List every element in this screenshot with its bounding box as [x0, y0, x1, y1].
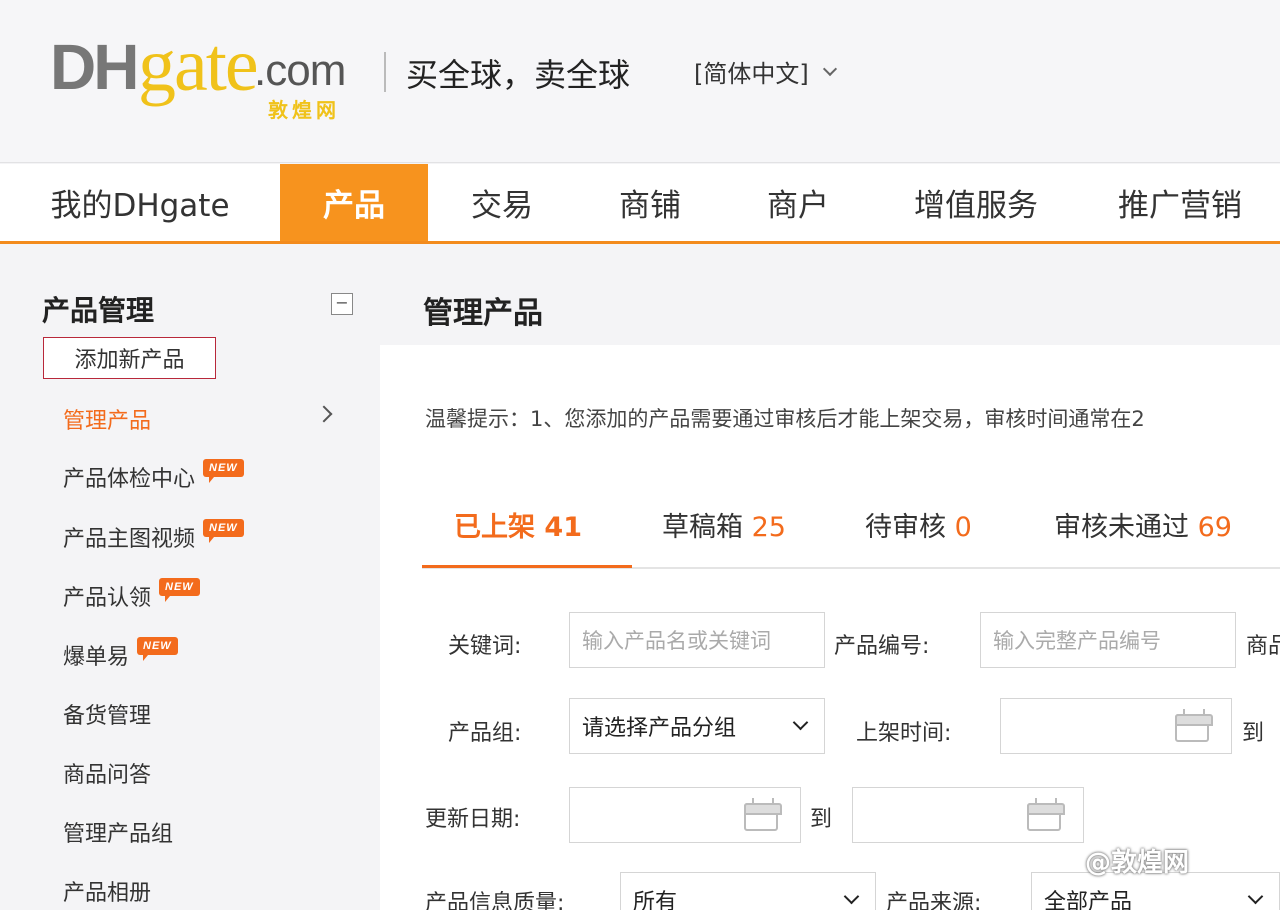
- chevron-down-icon: [792, 714, 809, 731]
- product-number-input[interactable]: 输入完整产品编号: [980, 612, 1236, 668]
- language-label: [简体中文]: [694, 60, 809, 88]
- sidebar-item-manage-products[interactable]: 管理产品: [63, 403, 151, 435]
- product-source-value: 全部产品: [1044, 890, 1133, 910]
- page-title: 管理产品: [423, 296, 543, 331]
- header-divider: [384, 52, 386, 92]
- sidebar-item-label: 备货管理: [63, 704, 152, 729]
- tab-label: 待审核: [865, 512, 946, 543]
- chevron-down-icon: [843, 888, 860, 905]
- sidebar-item-baodanyi[interactable]: 爆单易 NEW: [63, 637, 178, 671]
- to-label: 到: [810, 807, 833, 832]
- logo-gate: gate: [138, 23, 259, 107]
- tab-count: 41: [544, 512, 582, 543]
- add-product-button[interactable]: 添加新产品: [43, 337, 216, 379]
- sidebar-item-label: 产品主图视频: [63, 527, 196, 552]
- sidebar-item-health-center[interactable]: 产品体检中心 NEW: [63, 459, 244, 493]
- status-tabs: 已上架 41 草稿箱 25 待审核 0 审核未通过 69: [422, 493, 1280, 569]
- chevron-right-icon: [315, 405, 333, 423]
- collapse-icon[interactable]: −: [331, 293, 353, 315]
- sidebar-item-label: 产品认领: [63, 586, 152, 611]
- calendar-icon[interactable]: [1175, 709, 1213, 742]
- sidebar-item-product-album[interactable]: 产品相册: [63, 875, 151, 907]
- sidebar-item-label: 产品体检中心: [63, 467, 196, 492]
- tab-listed[interactable]: 已上架 41: [454, 505, 582, 544]
- sidebar-item-product-groups[interactable]: 管理产品组: [63, 816, 173, 848]
- watermark: @敦煌网: [1085, 848, 1190, 878]
- tab-rejected[interactable]: 审核未通过 69: [1054, 505, 1232, 544]
- listing-time-start-input[interactable]: [1000, 698, 1232, 754]
- logo-dh: DH: [50, 31, 139, 103]
- sidebar-item-main-image-video[interactable]: 产品主图视频 NEW: [63, 519, 244, 553]
- tab-label: 审核未通过: [1054, 512, 1189, 543]
- listing-time-label: 上架时间:: [856, 721, 952, 746]
- product-group-label: 产品组:: [448, 721, 522, 746]
- info-quality-value: 所有: [633, 890, 678, 910]
- chevron-down-icon: [1247, 888, 1264, 905]
- tab-label: 草稿箱: [662, 512, 743, 543]
- sidebar-item-label: 管理产品: [63, 409, 152, 434]
- goods-label: 商品: [1246, 634, 1280, 659]
- tab-count: 0: [954, 512, 972, 543]
- update-date-start-input[interactable]: [569, 787, 801, 843]
- nav-trade[interactable]: 交易: [428, 164, 576, 241]
- notice-text: 温馨提示：1、您添加的产品需要通过审核后才能上架交易，审核时间通常在2: [425, 407, 1145, 431]
- nav-marketing[interactable]: 推广营销: [1080, 164, 1280, 241]
- new-badge: NEW: [137, 637, 178, 661]
- nav-store[interactable]: 商铺: [576, 164, 724, 241]
- main-panel: 温馨提示：1、您添加的产品需要通过审核后才能上架交易，审核时间通常在2 已上架 …: [380, 345, 1280, 910]
- tab-count: 25: [751, 512, 786, 543]
- sidebar-item-label: 爆单易: [63, 645, 130, 670]
- sidebar-item-label: 管理产品组: [63, 822, 174, 847]
- slogan: 买全球，卖全球: [406, 56, 631, 94]
- nav-value-added[interactable]: 增值服务: [872, 164, 1080, 241]
- calendar-icon[interactable]: [744, 798, 782, 831]
- product-group-select[interactable]: 请选择产品分组: [569, 698, 825, 754]
- product-source-label: 产品来源:: [886, 891, 982, 910]
- language-selector[interactable]: [简体中文]: [694, 54, 837, 89]
- nav-merchant[interactable]: 商户: [724, 164, 872, 241]
- to-label: 到: [1242, 721, 1265, 746]
- logo-com: .com: [254, 46, 346, 95]
- header: DH gate .com 敦煌网 买全球，卖全球 [简体中文]: [0, 0, 1280, 163]
- nav-products[interactable]: 产品: [280, 164, 428, 241]
- tab-pending-review[interactable]: 待审核 0: [865, 505, 972, 544]
- info-quality-label: 产品信息质量:: [425, 891, 565, 910]
- sidebar-item-label: 产品相册: [63, 881, 152, 906]
- active-tab-indicator: [422, 565, 632, 568]
- logo-chinese: 敦煌网: [268, 98, 340, 122]
- new-badge: NEW: [203, 519, 244, 543]
- dhgate-logo[interactable]: DH gate .com 敦煌网: [50, 23, 370, 128]
- info-quality-select[interactable]: 所有: [620, 872, 876, 910]
- tab-label: 已上架: [454, 512, 535, 543]
- nav-my-dhgate[interactable]: 我的DHgate: [0, 164, 280, 241]
- sidebar-item-product-qa[interactable]: 商品问答: [63, 757, 151, 789]
- tab-drafts[interactable]: 草稿箱 25: [662, 505, 786, 544]
- product-group-value: 请选择产品分组: [582, 716, 737, 741]
- tab-count: 69: [1197, 512, 1232, 543]
- sidebar-item-product-claim[interactable]: 产品认领 NEW: [63, 578, 200, 612]
- calendar-icon[interactable]: [1027, 798, 1065, 831]
- sidebar-title: 产品管理: [42, 294, 155, 327]
- update-date-end-input[interactable]: [852, 787, 1084, 843]
- main-nav: 我的DHgate 产品 交易 商铺 商户 增值服务 推广营销: [0, 164, 1280, 244]
- keyword-label: 关键词:: [448, 634, 522, 659]
- new-badge: NEW: [159, 578, 200, 602]
- keyword-input[interactable]: 输入产品名或关键词: [569, 612, 825, 668]
- sidebar-item-label: 商品问答: [63, 763, 152, 788]
- sidebar-item-stock-management[interactable]: 备货管理: [63, 698, 151, 730]
- new-badge: NEW: [203, 459, 244, 483]
- chevron-down-icon: [822, 61, 837, 76]
- product-number-label: 产品编号:: [834, 634, 930, 659]
- sidebar: 产品管理 − 添加新产品 管理产品 产品体检中心 NEW 产品主图视频 NEW …: [0, 247, 378, 910]
- update-date-label: 更新日期:: [425, 807, 521, 832]
